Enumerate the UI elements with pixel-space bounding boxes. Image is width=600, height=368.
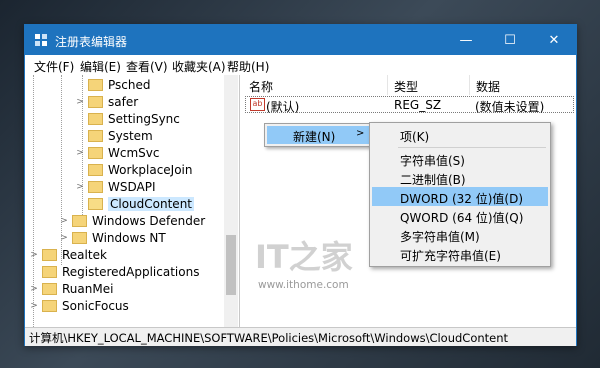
expand-arrow-icon[interactable]: > xyxy=(59,233,69,243)
new-submenu: 项(K) 字符串值(S) 二进制值(B) DWORD (32 位)值(D) QW… xyxy=(369,122,551,267)
folder-icon xyxy=(88,95,103,108)
tree-item-safer[interactable]: > safer xyxy=(75,93,138,110)
submenu-item-binary-value[interactable]: 二进制值(B) xyxy=(372,168,548,187)
watermark-url: www.ithome.com xyxy=(258,279,349,291)
close-icon: ✕ xyxy=(548,32,560,48)
menu-separator xyxy=(398,147,546,148)
expand-arrow-icon[interactable]: > xyxy=(29,250,39,260)
key-tree-pane: Psched > safer SettingSync System > WcmSvc… xyxy=(25,75,240,327)
tree-item-realtek[interactable]: > Realtek xyxy=(29,246,107,263)
menu-favorites[interactable]: 收藏夹(A) xyxy=(172,58,226,75)
folder-icon xyxy=(88,146,103,159)
menu-bar: 文件(F) 编辑(E) 查看(V) 收藏夹(A) 帮助(H) xyxy=(25,55,576,75)
string-value-icon: ab xyxy=(250,98,265,111)
folder-icon xyxy=(72,214,87,227)
tree-item-windows-nt[interactable]: > Windows NT xyxy=(59,229,165,246)
context-menu: 新建(N) > xyxy=(264,123,373,147)
ithome-watermark-logo: IT之家 xyxy=(255,238,353,274)
status-path: 计算机\HKEY_LOCAL_MACHINE\SOFTWARE\Policies… xyxy=(29,331,509,345)
window-title: 注册表编辑器 xyxy=(55,35,128,49)
folder-icon xyxy=(42,265,57,278)
folder-icon xyxy=(88,78,103,91)
tree-item-workplacejoin[interactable]: WorkplaceJoin xyxy=(75,161,193,178)
context-menu-new[interactable]: 新建(N) > xyxy=(267,126,370,144)
tree-item-cloudcontent[interactable]: CloudContent xyxy=(75,195,195,212)
folder-icon xyxy=(42,248,57,261)
value-row-default[interactable]: ab (默认) REG_SZ (数值未设置) xyxy=(245,96,574,114)
tree-item-windows-defender[interactable]: > Windows Defender xyxy=(59,212,205,229)
watermark-logo-text: IT之家 xyxy=(255,238,353,274)
expand-arrow-icon[interactable]: > xyxy=(29,284,39,294)
maximize-button[interactable]: ☐ xyxy=(488,25,532,55)
folder-icon xyxy=(88,180,103,193)
column-header-name[interactable]: 名称 xyxy=(243,75,388,95)
expand-arrow-icon[interactable]: > xyxy=(75,182,85,192)
tree-item-settingsync[interactable]: SettingSync xyxy=(75,110,180,127)
value-data: (数值未设置) xyxy=(475,100,545,114)
tree-item-wsdapi[interactable]: > WSDAPI xyxy=(75,178,155,195)
folder-icon xyxy=(72,231,87,244)
minimize-icon: — xyxy=(459,32,473,48)
tree-item-wcmsvc[interactable]: > WcmSvc xyxy=(75,144,159,161)
submenu-item-qword-value[interactable]: QWORD (64 位)值(Q) xyxy=(372,206,548,225)
maximize-icon: ☐ xyxy=(504,32,516,48)
submenu-item-string-value[interactable]: 字符串值(S) xyxy=(372,149,548,168)
title-bar[interactable]: 注册表编辑器 — ☐ ✕ xyxy=(25,25,576,55)
registry-app-icon xyxy=(35,34,47,46)
value-type: REG_SZ xyxy=(394,98,442,112)
folder-icon xyxy=(88,112,103,125)
close-button[interactable]: ✕ xyxy=(532,25,576,55)
tree-item-psched[interactable]: Psched xyxy=(75,76,150,93)
minimize-button[interactable]: — xyxy=(444,25,488,55)
tree-item-registeredapplications[interactable]: RegisteredApplications xyxy=(29,263,199,280)
chevron-right-icon: > xyxy=(356,128,365,139)
expand-arrow-icon[interactable]: > xyxy=(75,148,85,158)
menu-edit[interactable]: 编辑(E) xyxy=(80,58,121,75)
submenu-item-key[interactable]: 项(K) xyxy=(372,125,548,144)
folder-icon xyxy=(88,163,103,176)
folder-icon xyxy=(42,282,57,295)
folder-open-icon xyxy=(88,197,103,210)
column-header-type[interactable]: 类型 xyxy=(388,75,470,95)
value-name: (默认) xyxy=(266,100,300,114)
tree-item-system[interactable]: System xyxy=(75,127,153,144)
submenu-item-multi-string-value[interactable]: 多字符串值(M) xyxy=(372,225,548,244)
folder-icon xyxy=(88,129,103,142)
tree-scrollbar[interactable] xyxy=(224,75,238,327)
submenu-item-expandable-string-value[interactable]: 可扩充字符串值(E) xyxy=(372,244,548,263)
menu-file[interactable]: 文件(F) xyxy=(34,58,74,75)
expand-arrow-icon[interactable]: > xyxy=(75,97,85,107)
status-bar: 计算机\HKEY_LOCAL_MACHINE\SOFTWARE\Policies… xyxy=(25,327,576,346)
menu-help[interactable]: 帮助(H) xyxy=(227,58,269,75)
expand-arrow-icon[interactable]: > xyxy=(59,216,69,226)
menu-view[interactable]: 查看(V) xyxy=(126,58,168,75)
expand-arrow-icon[interactable]: > xyxy=(29,301,39,311)
scrollbar-thumb[interactable] xyxy=(226,235,236,295)
submenu-item-dword-value[interactable]: DWORD (32 位)值(D) xyxy=(372,187,548,206)
tree-item-ruanmei[interactable]: > RuanMei xyxy=(29,280,113,297)
folder-icon xyxy=(42,299,57,312)
column-header-data[interactable]: 数据 xyxy=(470,75,576,95)
tree-item-sonicfocus[interactable]: > SonicFocus xyxy=(29,297,129,314)
